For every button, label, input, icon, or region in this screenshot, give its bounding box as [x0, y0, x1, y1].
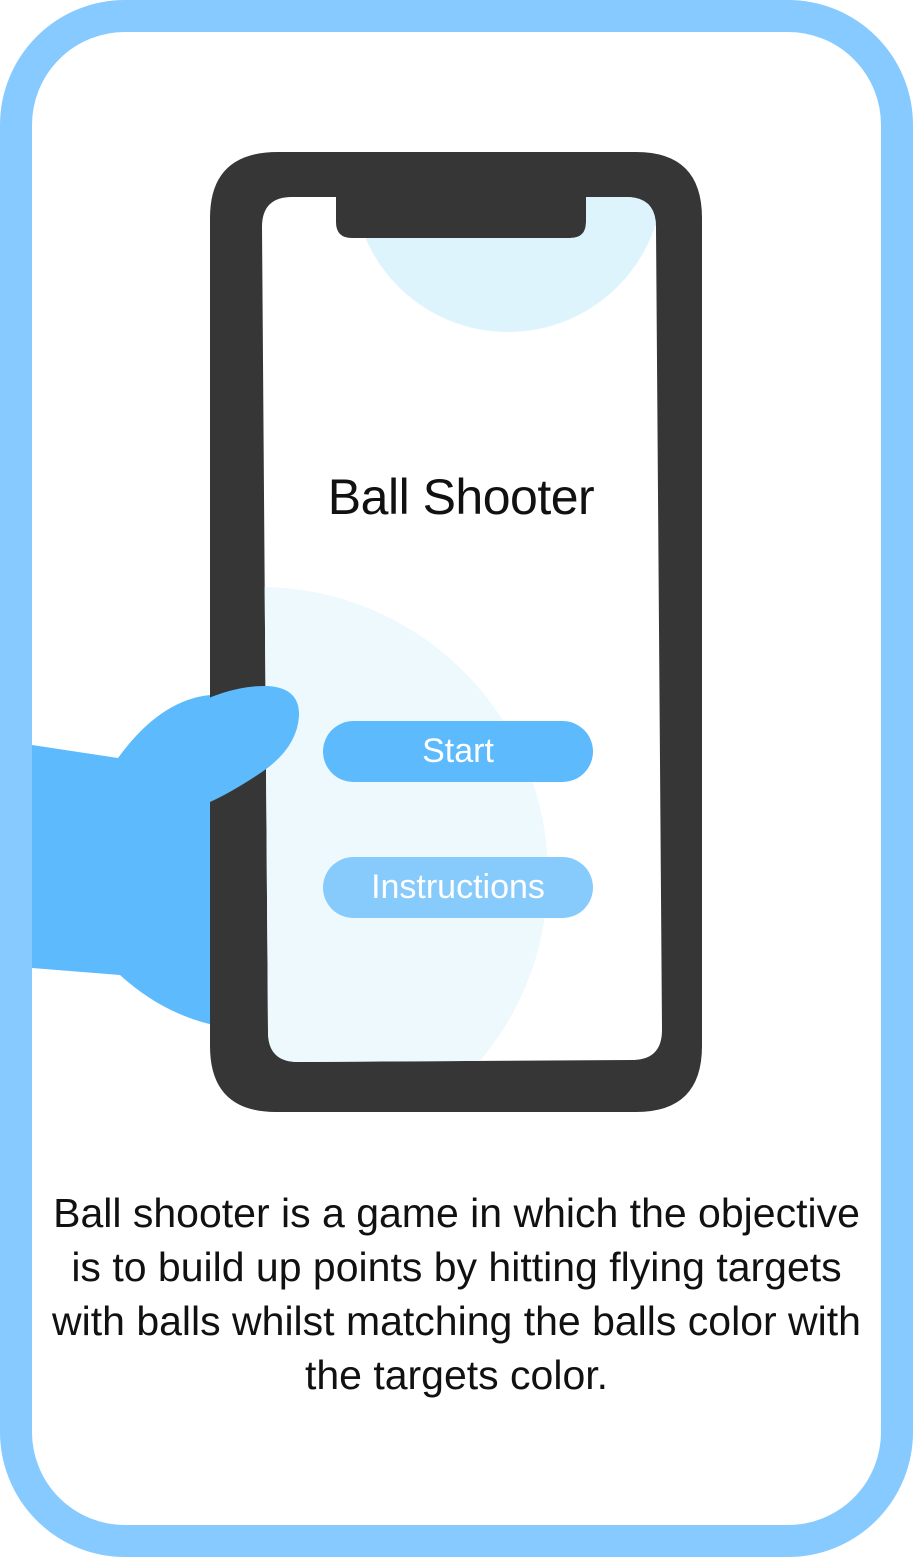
app-title: Ball Shooter: [327, 469, 595, 525]
instructions-button[interactable]: Instructions: [323, 857, 593, 918]
start-button[interactable]: Start: [323, 721, 593, 782]
game-description: Ball shooter is a game in which the obje…: [52, 1190, 861, 1398]
